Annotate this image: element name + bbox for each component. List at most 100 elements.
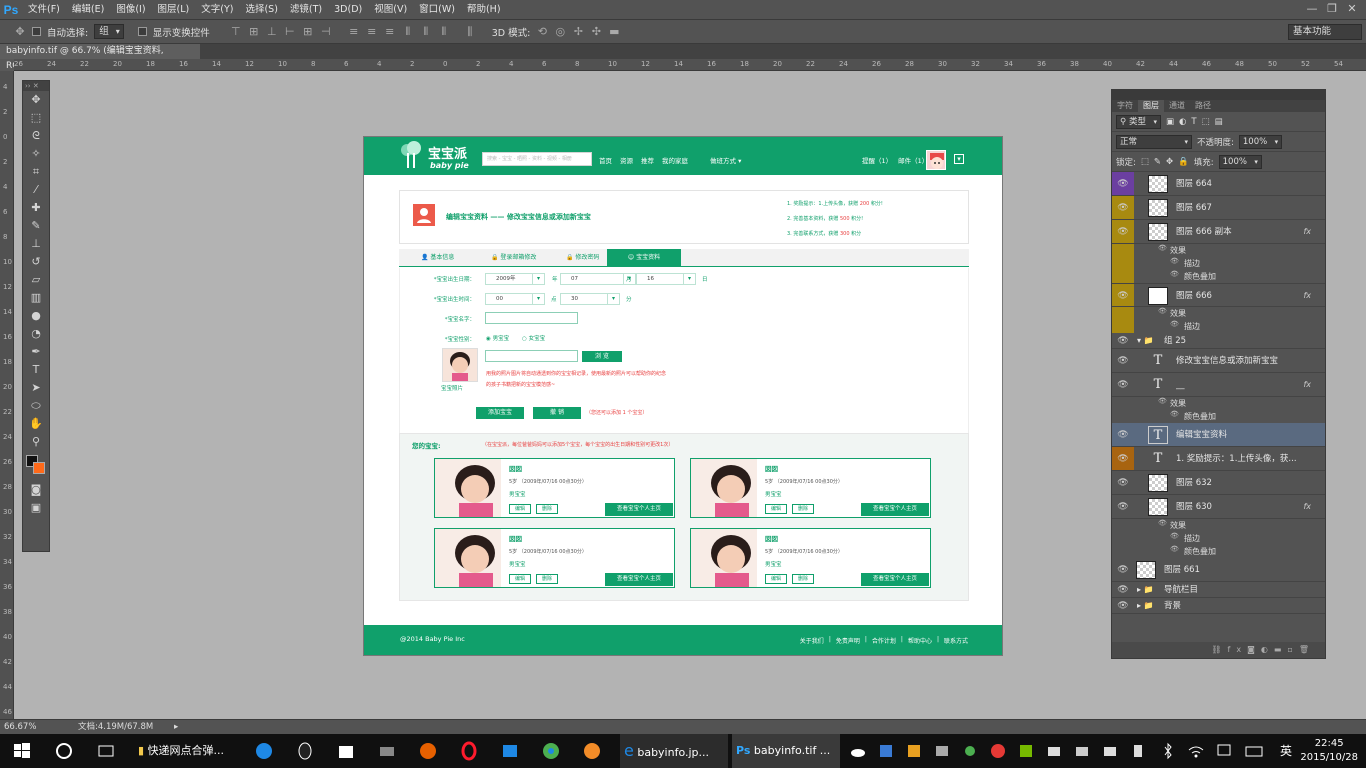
group-collapsed-icon[interactable]: ▸ 📁 bbox=[1137, 598, 1154, 614]
tray-app-icon[interactable] bbox=[932, 741, 952, 761]
auto-select-checkbox[interactable] bbox=[32, 27, 41, 36]
align-right-icon[interactable]: ⊣ bbox=[320, 25, 332, 38]
align-bottom-icon[interactable]: ⊥ bbox=[266, 25, 278, 38]
browser-icon[interactable] bbox=[582, 741, 602, 761]
gender-male[interactable]: ◉ 男宝宝 bbox=[486, 334, 509, 342]
layer-row-selected[interactable]: 👁 T 编辑宝宝资料 bbox=[1112, 423, 1325, 447]
delete-baby-button[interactable]: 删除 bbox=[792, 504, 814, 514]
firefox-icon[interactable] bbox=[418, 741, 438, 761]
tab-paths[interactable]: 路径 bbox=[1190, 100, 1216, 112]
delete-baby-button[interactable]: 删除 bbox=[792, 574, 814, 584]
nav-recommend[interactable]: 推荐 bbox=[641, 155, 654, 165]
distribute-bottom-icon[interactable]: ≡ bbox=[384, 25, 396, 38]
group-row[interactable]: 👁 ▾ 📁 组 25 bbox=[1112, 333, 1325, 349]
reminder-link[interactable]: 提醒（1） bbox=[862, 155, 892, 165]
layer-row[interactable]: 👁 图层 666 副本 fx bbox=[1112, 220, 1325, 244]
gradient-tool-icon[interactable]: ▥ bbox=[23, 289, 49, 307]
lasso-tool-icon[interactable]: ᘓ bbox=[23, 127, 49, 145]
new-group-icon[interactable]: ▬ bbox=[1274, 645, 1288, 654]
footer-link-contact[interactable]: 联系方式 bbox=[944, 636, 968, 645]
opacity-input[interactable]: 100% bbox=[1238, 134, 1283, 149]
tray-app-icon[interactable] bbox=[988, 741, 1008, 761]
healing-brush-icon[interactable]: ✚ bbox=[23, 199, 49, 217]
align-center-icon[interactable]: ⊞ bbox=[302, 25, 314, 38]
visibility-eye-icon[interactable]: 👁 bbox=[1112, 447, 1134, 471]
cloud-tray-icon[interactable] bbox=[848, 741, 868, 761]
effect-stroke[interactable]: 👁 描边 bbox=[1112, 532, 1325, 545]
task-view-icon[interactable] bbox=[96, 741, 116, 761]
view-baby-home-button[interactable]: 查看宝宝个人主页 bbox=[861, 503, 929, 516]
move-tool-icon[interactable]: ✥ bbox=[14, 25, 26, 38]
tab-password[interactable]: 🔒 修改密码 bbox=[554, 249, 599, 267]
status-menu-icon[interactable]: ▸ bbox=[174, 720, 178, 735]
group-expand-icon[interactable]: ▾ 📁 bbox=[1137, 333, 1154, 349]
blur-tool-icon[interactable]: ● bbox=[23, 307, 49, 325]
eyedropper-icon[interactable]: ⁄ bbox=[23, 181, 49, 199]
lock-move-icon[interactable]: ✥ bbox=[1166, 157, 1173, 167]
align-left-icon[interactable]: ⊢ bbox=[284, 25, 296, 38]
adjust-icon[interactable]: ◐ bbox=[1261, 645, 1274, 654]
bluetooth-icon[interactable] bbox=[1158, 741, 1178, 761]
menu-view[interactable]: 视图(V) bbox=[368, 0, 413, 20]
document-tab[interactable]: babyinfo.tif @ 66.7% (编辑宝宝资料, RGB/8) * × bbox=[0, 44, 200, 71]
filter-shape-icon[interactable]: ⬚ bbox=[1202, 117, 1210, 127]
layer-row[interactable]: 👁 T __ fx bbox=[1112, 373, 1325, 397]
effects-row[interactable]: 👁 效果 bbox=[1112, 307, 1325, 320]
fx-icon[interactable]: fx bbox=[1303, 373, 1311, 397]
layer-row[interactable]: 👁 图层 666 fx bbox=[1112, 283, 1325, 307]
birth-year-select[interactable]: 2009年 bbox=[485, 273, 545, 285]
user-menu-dropdown[interactable]: ▾ bbox=[954, 154, 964, 164]
network-app-icon[interactable] bbox=[377, 741, 397, 761]
menu-layer[interactable]: 图层(L) bbox=[152, 0, 196, 20]
visibility-eye-icon[interactable]: 👁 bbox=[1112, 284, 1134, 308]
visibility-eye-icon[interactable]: 👁 bbox=[1112, 582, 1134, 598]
fx-icon[interactable]: fx bbox=[1303, 220, 1311, 244]
tray-app-icon[interactable] bbox=[960, 741, 980, 761]
fx-add-icon[interactable]: fx bbox=[1228, 645, 1248, 654]
group-collapsed-icon[interactable]: ▸ 📁 bbox=[1137, 582, 1154, 598]
cancel-button[interactable]: 撤 销 bbox=[533, 407, 581, 419]
menu-image[interactable]: 图像(I) bbox=[110, 0, 151, 20]
auto-align-icon[interactable]: ⫼ bbox=[464, 25, 476, 38]
birth-day-select[interactable]: 16 bbox=[636, 273, 696, 285]
mail-link[interactable]: 邮件（1） bbox=[898, 155, 928, 165]
edit-baby-button[interactable]: 编辑 bbox=[509, 574, 531, 584]
brush-tool-icon[interactable]: ✎ bbox=[23, 217, 49, 235]
visibility-eye-icon[interactable]: 👁 bbox=[1112, 495, 1134, 519]
toolbox-header[interactable]: ›› ✕ bbox=[23, 81, 49, 91]
delete-baby-button[interactable]: 删除 bbox=[536, 574, 558, 584]
roll-3d-icon[interactable]: ◎ bbox=[554, 25, 566, 38]
view-baby-home-button[interactable]: 查看宝宝个人主页 bbox=[605, 573, 673, 586]
eraser-icon[interactable]: ▱ bbox=[23, 271, 49, 289]
footer-link-disclaimer[interactable]: 免责声明 bbox=[836, 636, 860, 645]
screen-mode-icon[interactable]: ▣ bbox=[23, 499, 49, 517]
panel-header[interactable] bbox=[1112, 90, 1325, 100]
nvidia-icon[interactable] bbox=[1016, 741, 1036, 761]
fill-input[interactable]: 100% bbox=[1218, 154, 1262, 169]
tab-channels[interactable]: 通道 bbox=[1164, 100, 1190, 112]
tray-app-icon[interactable] bbox=[1044, 741, 1064, 761]
user-avatar[interactable] bbox=[926, 150, 946, 170]
effects-row[interactable]: 👁 效果 bbox=[1112, 519, 1325, 532]
show-transform-checkbox[interactable] bbox=[137, 27, 147, 36]
distribute-left-icon[interactable]: ⦀ bbox=[402, 25, 414, 38]
visibility-eye-icon[interactable]: 👁 bbox=[1112, 333, 1134, 349]
restore-icon[interactable]: ❐ bbox=[1324, 1, 1340, 17]
footer-link-about[interactable]: 关于我们 bbox=[800, 636, 824, 645]
auto-select-dropdown[interactable]: 组 bbox=[94, 24, 124, 39]
tab-email[interactable]: 🔒 登录邮箱修改 bbox=[479, 249, 536, 267]
tab-layers[interactable]: 图层 bbox=[1138, 100, 1164, 112]
background-color[interactable] bbox=[33, 462, 45, 474]
view-baby-home-button[interactable]: 查看宝宝个人主页 bbox=[861, 573, 929, 586]
shape-tool-icon[interactable]: ⬭ bbox=[23, 397, 49, 415]
tray-app-icon[interactable] bbox=[876, 741, 896, 761]
group-row[interactable]: 👁 ▸ 📁 导航栏目 bbox=[1112, 582, 1325, 598]
history-brush-icon[interactable]: ↺ bbox=[23, 253, 49, 271]
visibility-eye-icon[interactable]: 👁 bbox=[1112, 196, 1134, 220]
layer-row[interactable]: 👁 图层 661 bbox=[1112, 558, 1325, 582]
tab-character[interactable]: 字符 bbox=[1112, 100, 1138, 112]
edge-icon[interactable] bbox=[254, 741, 274, 761]
new-layer-icon[interactable]: ▫ bbox=[1287, 645, 1298, 654]
menu-select[interactable]: 选择(S) bbox=[239, 0, 283, 20]
effect-color-overlay[interactable]: 👁 颜色叠加 bbox=[1112, 545, 1325, 558]
